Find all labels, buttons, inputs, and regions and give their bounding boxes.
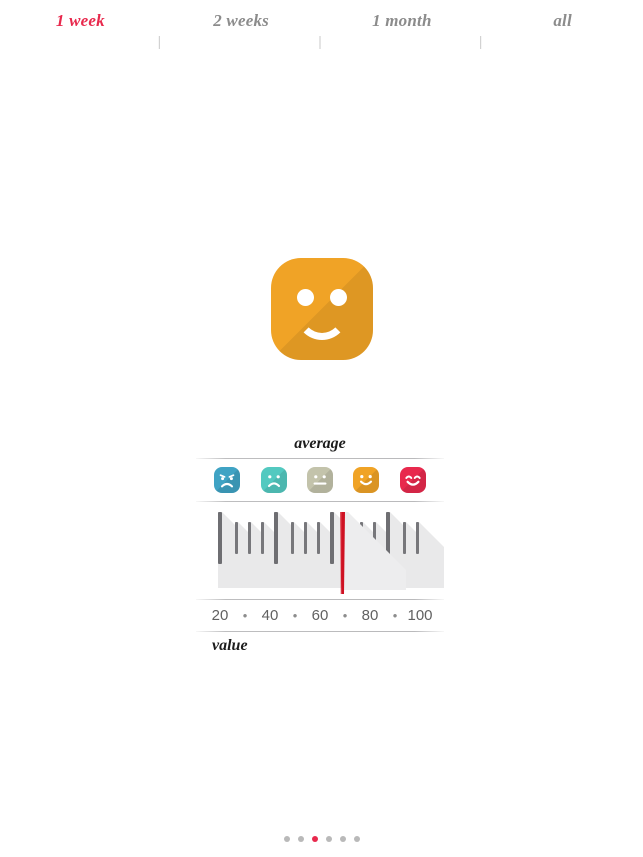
- page-dot-6[interactable]: [353, 836, 360, 842]
- smiley-eye-right: [329, 289, 347, 306]
- scale-dot-3: •: [342, 608, 348, 623]
- gauge-tick-minor: [235, 522, 238, 554]
- page-dot-4[interactable]: [325, 836, 332, 842]
- tab-1-week[interactable]: 1 week: [0, 0, 161, 42]
- tab-2-weeks[interactable]: 2 weeks: [161, 0, 322, 42]
- gauge-scale-labels: 20 • 40 • 60 • 80 • 100: [196, 600, 444, 631]
- card-footer-label: value: [212, 637, 248, 654]
- mood-neutral-icon[interactable]: [306, 467, 333, 493]
- mood-good-icon[interactable]: [353, 467, 380, 493]
- gauge-tick-minor: [360, 522, 363, 554]
- tab-1-month[interactable]: 1 month: [322, 0, 483, 42]
- scale-label-60: 60: [311, 607, 329, 624]
- scale-label-80: 80: [361, 607, 379, 624]
- gauge-tick-minor: [416, 522, 419, 554]
- gauge-tick-minor: [373, 522, 376, 554]
- gauge-tick-minor: [317, 522, 320, 554]
- hero-icon-container: [0, 248, 643, 370]
- scale-dot-4: •: [392, 608, 398, 623]
- gauge-tick-minor: [403, 522, 406, 554]
- page-dot-5[interactable]: [339, 836, 346, 842]
- smiley-face-icon: [270, 258, 373, 360]
- page-dot-3[interactable]: [311, 836, 318, 842]
- mood-sad-icon[interactable]: [260, 467, 287, 493]
- gauge-tick-major: [218, 512, 222, 564]
- scale-label-40: 40: [261, 607, 279, 624]
- mood-scale-row[interactable]: [196, 459, 444, 501]
- page-dot-2[interactable]: [297, 836, 304, 842]
- gauge-tick-minor: [304, 522, 307, 554]
- gauge-tick-minor: [291, 522, 294, 554]
- scale-label-20: 20: [211, 607, 229, 624]
- gauge-tick-minor: [261, 522, 264, 554]
- scale-dot-2: •: [292, 608, 298, 623]
- gauge-tick-major: [386, 512, 390, 564]
- scale-label-100: 100: [407, 607, 433, 624]
- average-value-card: average 20 • 40 • 60 • 80 • 100 value: [196, 430, 444, 660]
- gauge-needle-shadow: [343, 512, 406, 590]
- gauge-tick-major: [274, 512, 278, 564]
- gauge-needle[interactable]: [339, 512, 349, 594]
- gauge-tick-shadows: [218, 512, 444, 588]
- mood-happy-icon[interactable]: [399, 467, 426, 493]
- range-tab-bar[interactable]: 1 week | 2 weeks | 1 month | all: [0, 0, 643, 50]
- smiley-eye-left: [296, 289, 314, 306]
- value-gauge[interactable]: [196, 502, 444, 599]
- page-dot-1[interactable]: [283, 836, 290, 842]
- smiley-mouth: [295, 306, 348, 340]
- page-indicator[interactable]: [0, 830, 643, 848]
- tab-all[interactable]: all: [482, 0, 643, 42]
- mood-angry-icon[interactable]: [214, 467, 241, 493]
- scale-dot-1: •: [242, 608, 248, 623]
- gauge-tick-major: [330, 512, 334, 564]
- gauge-tick-minor: [248, 522, 251, 554]
- card-title: average: [294, 435, 346, 452]
